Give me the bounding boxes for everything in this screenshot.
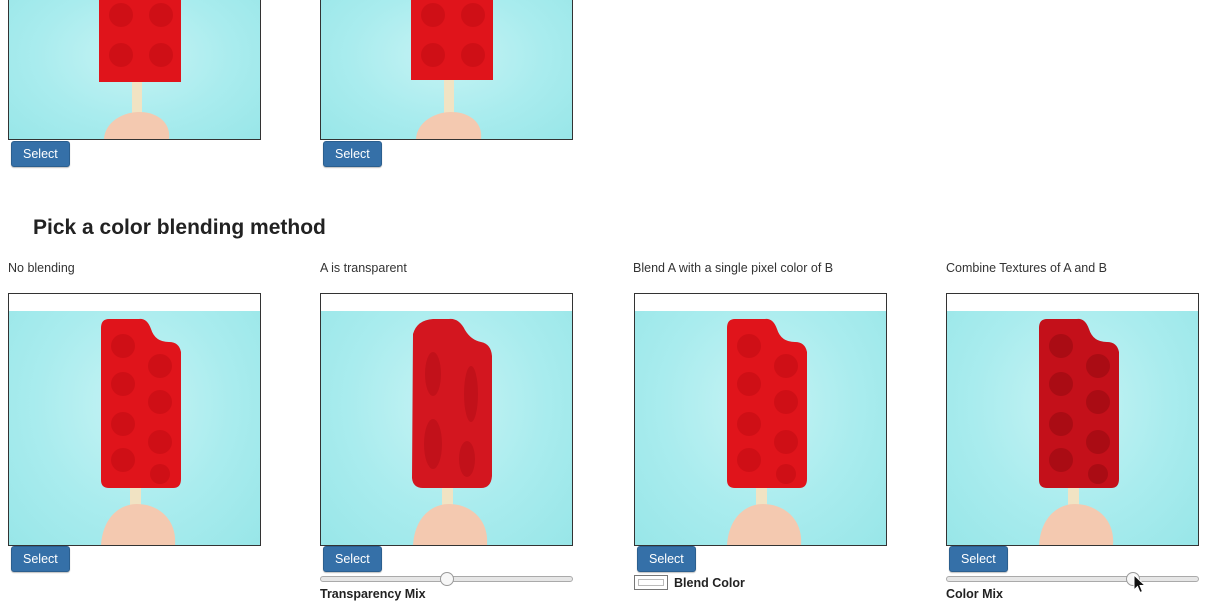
color-mix-label: Color Mix [946, 587, 1003, 601]
select-button-no-blending[interactable]: Select [11, 546, 70, 572]
section-title: Pick a color blending method [33, 216, 326, 239]
select-button-single-pixel[interactable]: Select [637, 546, 696, 572]
blend-color-swatch[interactable] [634, 575, 668, 590]
method-image-no-blending [8, 293, 261, 546]
blend-color-label: Blend Color [674, 576, 745, 590]
top-image-1 [8, 0, 261, 140]
transparency-mix-label: Transparency Mix [320, 587, 426, 601]
select-button-top-2[interactable]: Select [323, 141, 382, 167]
color-mix-slider[interactable] [946, 572, 1199, 586]
method-image-combine-textures [946, 293, 1199, 546]
method-label-no-blending: No blending [8, 261, 75, 275]
method-label-single-pixel: Blend A with a single pixel color of B [633, 261, 834, 275]
select-button-top-1[interactable]: Select [11, 141, 70, 167]
method-label-combine-textures: Combine Textures of A and B [946, 261, 1107, 275]
mouse-pointer-icon [1133, 574, 1147, 594]
transparency-mix-slider[interactable] [320, 572, 573, 586]
method-image-transparent [320, 293, 573, 546]
top-image-2 [320, 0, 573, 140]
transparency-mix-slider-thumb[interactable] [439, 572, 454, 586]
select-button-transparent[interactable]: Select [323, 546, 382, 572]
method-image-single-pixel [634, 293, 887, 546]
method-label-transparent: A is transparent [320, 261, 407, 275]
select-button-combine-textures[interactable]: Select [949, 546, 1008, 572]
